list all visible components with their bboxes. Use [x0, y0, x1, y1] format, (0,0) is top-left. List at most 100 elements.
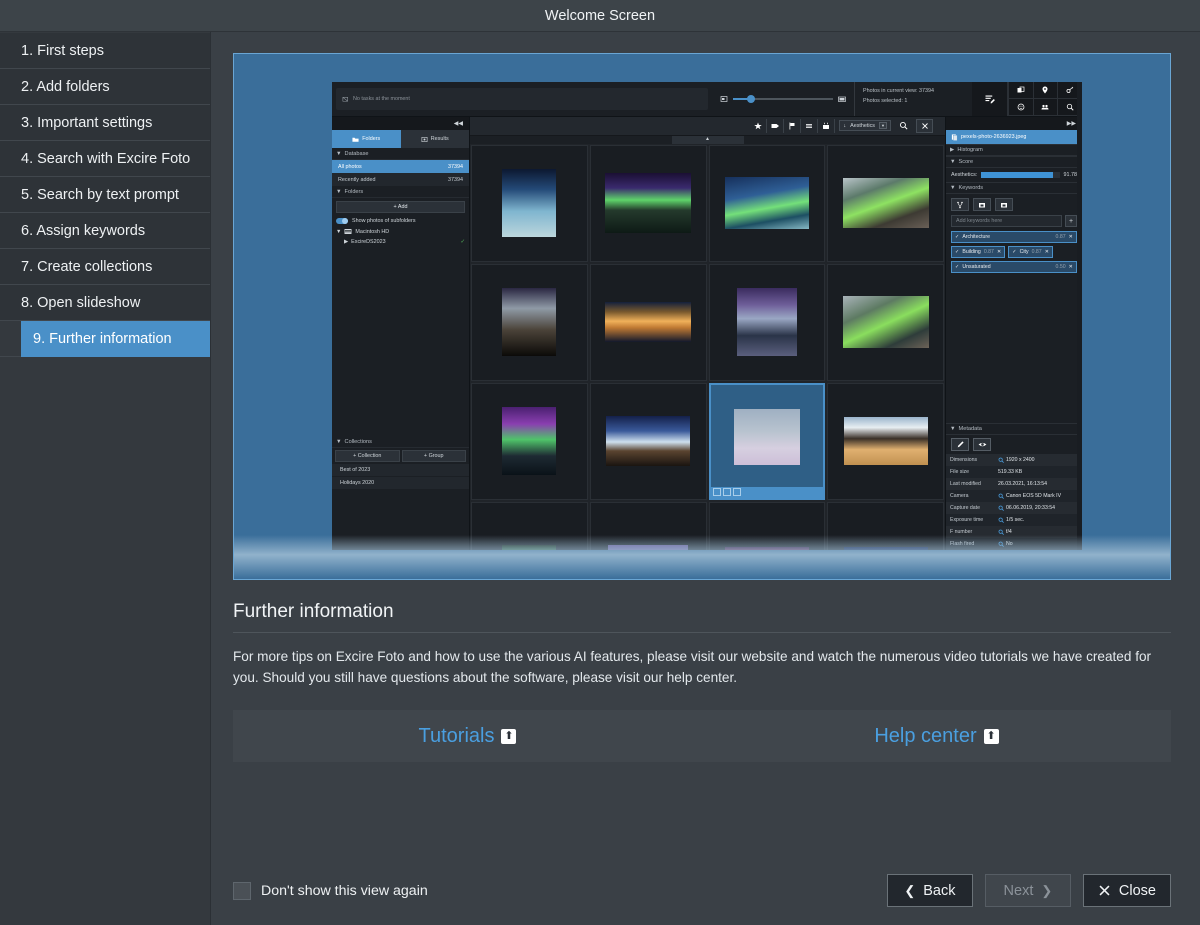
keyword-tag[interactable]: ✓ Building 0.87 ✕	[951, 246, 1005, 258]
back-button[interactable]: ❮ Back	[887, 874, 973, 907]
tab-folders[interactable]: Folders	[332, 130, 401, 148]
tab-results[interactable]: Results	[401, 130, 470, 148]
collapse-left-panel-button[interactable]: ◀◀	[332, 117, 469, 130]
edit-metadata-pencil-icon[interactable]	[951, 438, 969, 451]
selected-file-row[interactable]: pexels-photo-2636923.jpeg	[946, 130, 1082, 144]
photo-cell[interactable]	[827, 264, 944, 381]
chevron-down-icon[interactable]: ▼	[879, 122, 887, 129]
database-section-header[interactable]: ▼ Database	[332, 148, 469, 160]
sidebar-item-5[interactable]: 5. Search by text prompt	[0, 177, 210, 213]
photo-cell[interactable]	[590, 145, 707, 262]
sidebar-item-4[interactable]: 4. Search with Excire Foto	[0, 141, 210, 177]
add-collection-button[interactable]: + Collection	[335, 450, 400, 462]
thumbnail-size-slider[interactable]	[712, 82, 854, 116]
flag-icon[interactable]	[733, 488, 741, 496]
photo-cell[interactable]	[471, 264, 588, 381]
sort-dropdown[interactable]: ↓ Aesthetics ▼	[839, 120, 891, 131]
keyword-tag[interactable]: ✓ Architecture 0.87 ✕	[951, 231, 1077, 243]
slider-track[interactable]	[733, 98, 833, 100]
score-section-header[interactable]: ▼ Score	[946, 156, 1082, 168]
sidebar-item-6[interactable]: 6. Assign keywords	[0, 213, 210, 249]
histogram-section-header[interactable]: ▶ Histogram	[946, 144, 1082, 156]
sidebar-item-1[interactable]: 1. First steps	[0, 33, 210, 69]
left-panel-tabs: Folders Results	[332, 130, 469, 148]
collections-section-header[interactable]: ▼ Collections	[332, 436, 469, 448]
dont-show-again-checkbox[interactable]	[233, 882, 251, 900]
folder-label: ExcireDS2023	[351, 239, 385, 245]
collection-item[interactable]: Best of 2023	[332, 464, 469, 477]
keyword-remove-icon[interactable]: ✕	[1045, 249, 1049, 255]
keyword-tag[interactable]: ✓ Unsaturated 0.50 ✕	[951, 261, 1077, 273]
close-button[interactable]: Close	[1083, 874, 1171, 907]
photo-cell[interactable]	[590, 502, 707, 550]
metadata-value: 1/5 sec.	[998, 517, 1082, 523]
face-icon[interactable]	[1008, 99, 1033, 116]
grid-search-icon[interactable]	[895, 119, 912, 133]
edit-metadata-icon[interactable]	[972, 82, 1008, 116]
keyword-remove-photo-icon[interactable]	[995, 198, 1013, 211]
dont-show-again-checkbox-wrapper[interactable]: Don't show this view again	[233, 882, 428, 900]
keyword-add-photo-icon[interactable]	[973, 198, 991, 211]
show-subfolders-row[interactable]: Show photos of subfolders	[332, 216, 469, 226]
list-icon[interactable]	[801, 119, 818, 133]
db-item-recently-added[interactable]: Recently added 37394	[332, 173, 469, 186]
add-folder-button[interactable]: + Add	[336, 201, 465, 213]
sidebar-item-8[interactable]: 8. Open slideshow	[0, 285, 210, 321]
keyword-empty-area	[946, 273, 1082, 423]
star-icon[interactable]	[750, 119, 767, 133]
add-group-button[interactable]: + Group	[402, 450, 467, 462]
sidebar-item-3[interactable]: 3. Important settings	[0, 105, 210, 141]
photo-cell[interactable]	[827, 145, 944, 262]
collapse-right-panel-button[interactable]: ▶▶	[946, 117, 1082, 130]
photo-cell[interactable]	[709, 145, 826, 262]
drive-row[interactable]: ▼ Macintosh HD	[332, 226, 469, 237]
rating-icon[interactable]	[723, 488, 731, 496]
sidebar-item-9[interactable]: 9. Further information	[0, 321, 210, 357]
collection-item[interactable]: Holidays 2020	[332, 477, 469, 490]
sidebar-item-7[interactable]: 7. Create collections	[0, 249, 210, 285]
tab-folders-label: Folders	[362, 136, 380, 142]
photo-cell[interactable]	[827, 383, 944, 500]
help-center-link[interactable]: Help center ⬆	[702, 710, 1171, 762]
show-metadata-eye-icon[interactable]	[973, 438, 991, 451]
label-icon[interactable]	[767, 119, 784, 133]
keyword-remove-icon[interactable]: ✕	[1069, 264, 1073, 270]
photo-cell[interactable]	[590, 264, 707, 381]
photo-cell[interactable]	[471, 145, 588, 262]
photo-cell-selected[interactable]	[709, 383, 826, 500]
back-button-label: Back	[923, 883, 955, 899]
find-duplicates-icon[interactable]	[1008, 82, 1033, 99]
metadata-section-header[interactable]: ▼ Metadata	[946, 423, 1082, 435]
clear-filter-close-icon[interactable]	[916, 119, 933, 133]
photo-cell[interactable]	[590, 383, 707, 500]
show-subfolders-toggle[interactable]	[336, 218, 348, 224]
db-item-all-photos[interactable]: All photos 37394	[332, 160, 469, 173]
keyword-hierarchy-icon[interactable]	[951, 198, 969, 211]
grid-splitter[interactable]: ▲	[470, 136, 945, 144]
photo-cell[interactable]	[709, 502, 826, 550]
keyword-input[interactable]: Add keywords here	[951, 215, 1062, 227]
window-title: Welcome Screen	[545, 8, 655, 24]
keyword-tag[interactable]: ✓ City 0.87 ✕	[1008, 246, 1053, 258]
photo-cell[interactable]	[827, 502, 944, 550]
photo-cell[interactable]	[471, 383, 588, 500]
photo-cell[interactable]	[709, 264, 826, 381]
folder-check-icon: ✓	[460, 239, 465, 245]
keyword-remove-icon[interactable]: ✕	[1069, 234, 1073, 240]
folders-section-header[interactable]: ▼ Folders	[332, 186, 469, 198]
people-icon[interactable]	[1033, 99, 1058, 116]
page-title: Further information	[233, 601, 1171, 633]
keywords-section-header[interactable]: ▼ Keywords	[946, 182, 1082, 194]
slider-knob[interactable]	[747, 95, 755, 103]
splitter-chevron-up-icon[interactable]: ▲	[672, 136, 744, 144]
folder-row[interactable]: ▶ ExcireDS2023 ✓	[332, 237, 469, 247]
reject-icon[interactable]	[713, 488, 721, 496]
tutorials-link[interactable]: Tutorials ⬆	[233, 710, 702, 762]
calendar-icon[interactable]	[818, 119, 835, 133]
keyword-remove-icon[interactable]: ✕	[997, 249, 1001, 255]
location-icon[interactable]	[1033, 82, 1058, 99]
photo-cell[interactable]	[471, 502, 588, 550]
add-keyword-button[interactable]: +	[1065, 215, 1077, 227]
flag-icon[interactable]	[784, 119, 801, 133]
sidebar-item-2[interactable]: 2. Add folders	[0, 69, 210, 105]
